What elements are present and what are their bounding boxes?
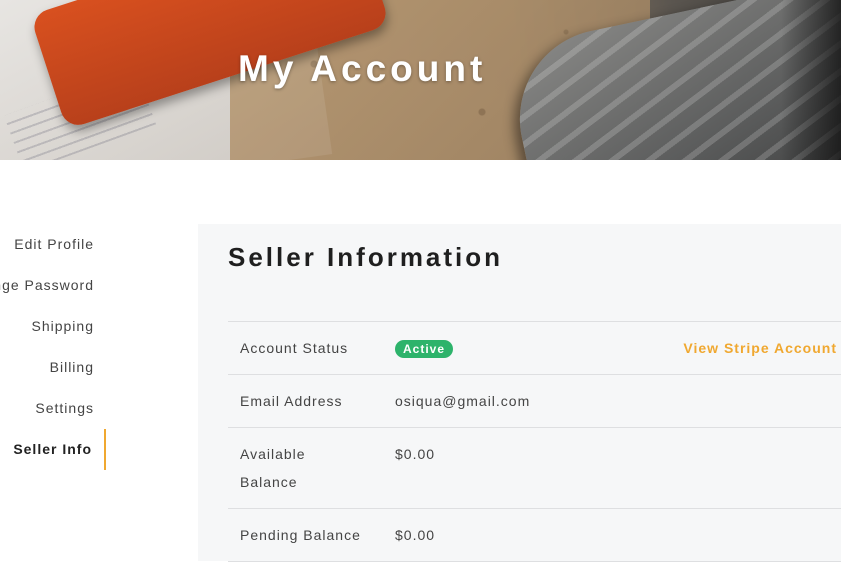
view-stripe-account-link[interactable]: View Stripe Account — [683, 334, 837, 362]
hero-banner: My Account — [0, 0, 841, 160]
table-row-pending-balance: Pending Balance $0.00 — [228, 509, 841, 562]
table-row-email: Email Address osiqua@gmail.com — [228, 375, 841, 428]
sidebar-item-label: Edit Profile — [14, 236, 94, 252]
sidebar-item-change-password[interactable]: Change Password — [0, 265, 106, 306]
page-title: My Account — [238, 48, 487, 89]
available-balance-value: $0.00 — [395, 446, 436, 462]
sidebar-item-label: Seller Info — [13, 441, 92, 457]
section-title: Seller Information — [228, 242, 504, 272]
sidebar-item-edit-profile[interactable]: Edit Profile — [0, 224, 106, 265]
table-row-account-status: Account Status Active View Stripe Accoun… — [228, 322, 841, 375]
email-label: Email Address — [240, 393, 343, 409]
seller-info-panel: Seller Information Account Status Active… — [198, 224, 841, 562]
account-sidebar: Edit Profile Change Password Shipping Bi… — [0, 224, 106, 470]
status-badge: Active — [395, 340, 454, 358]
email-value: osiqua@gmail.com — [395, 393, 531, 409]
table-row-available-balance: Available Balance $0.00 — [228, 428, 841, 509]
sidebar-item-billing[interactable]: Billing — [0, 347, 106, 388]
sidebar-item-label: Settings — [35, 400, 94, 416]
pending-balance-label: Pending Balance — [240, 527, 361, 543]
pending-balance-value: $0.00 — [395, 527, 436, 543]
sidebar-item-label: Change Password — [0, 277, 94, 293]
sidebar-item-settings[interactable]: Settings — [0, 388, 106, 429]
hero-background-shadow — [781, 0, 841, 160]
sidebar-item-seller-info[interactable]: Seller Info — [0, 429, 106, 470]
sidebar-item-label: Billing — [49, 359, 94, 375]
available-balance-label: Available Balance — [240, 446, 306, 490]
sidebar-item-shipping[interactable]: Shipping — [0, 306, 106, 347]
seller-info-table: Account Status Active View Stripe Accoun… — [228, 321, 841, 562]
account-status-label: Account Status — [240, 340, 349, 356]
account-status-value: Active — [395, 334, 454, 362]
sidebar-item-label: Shipping — [31, 318, 94, 334]
